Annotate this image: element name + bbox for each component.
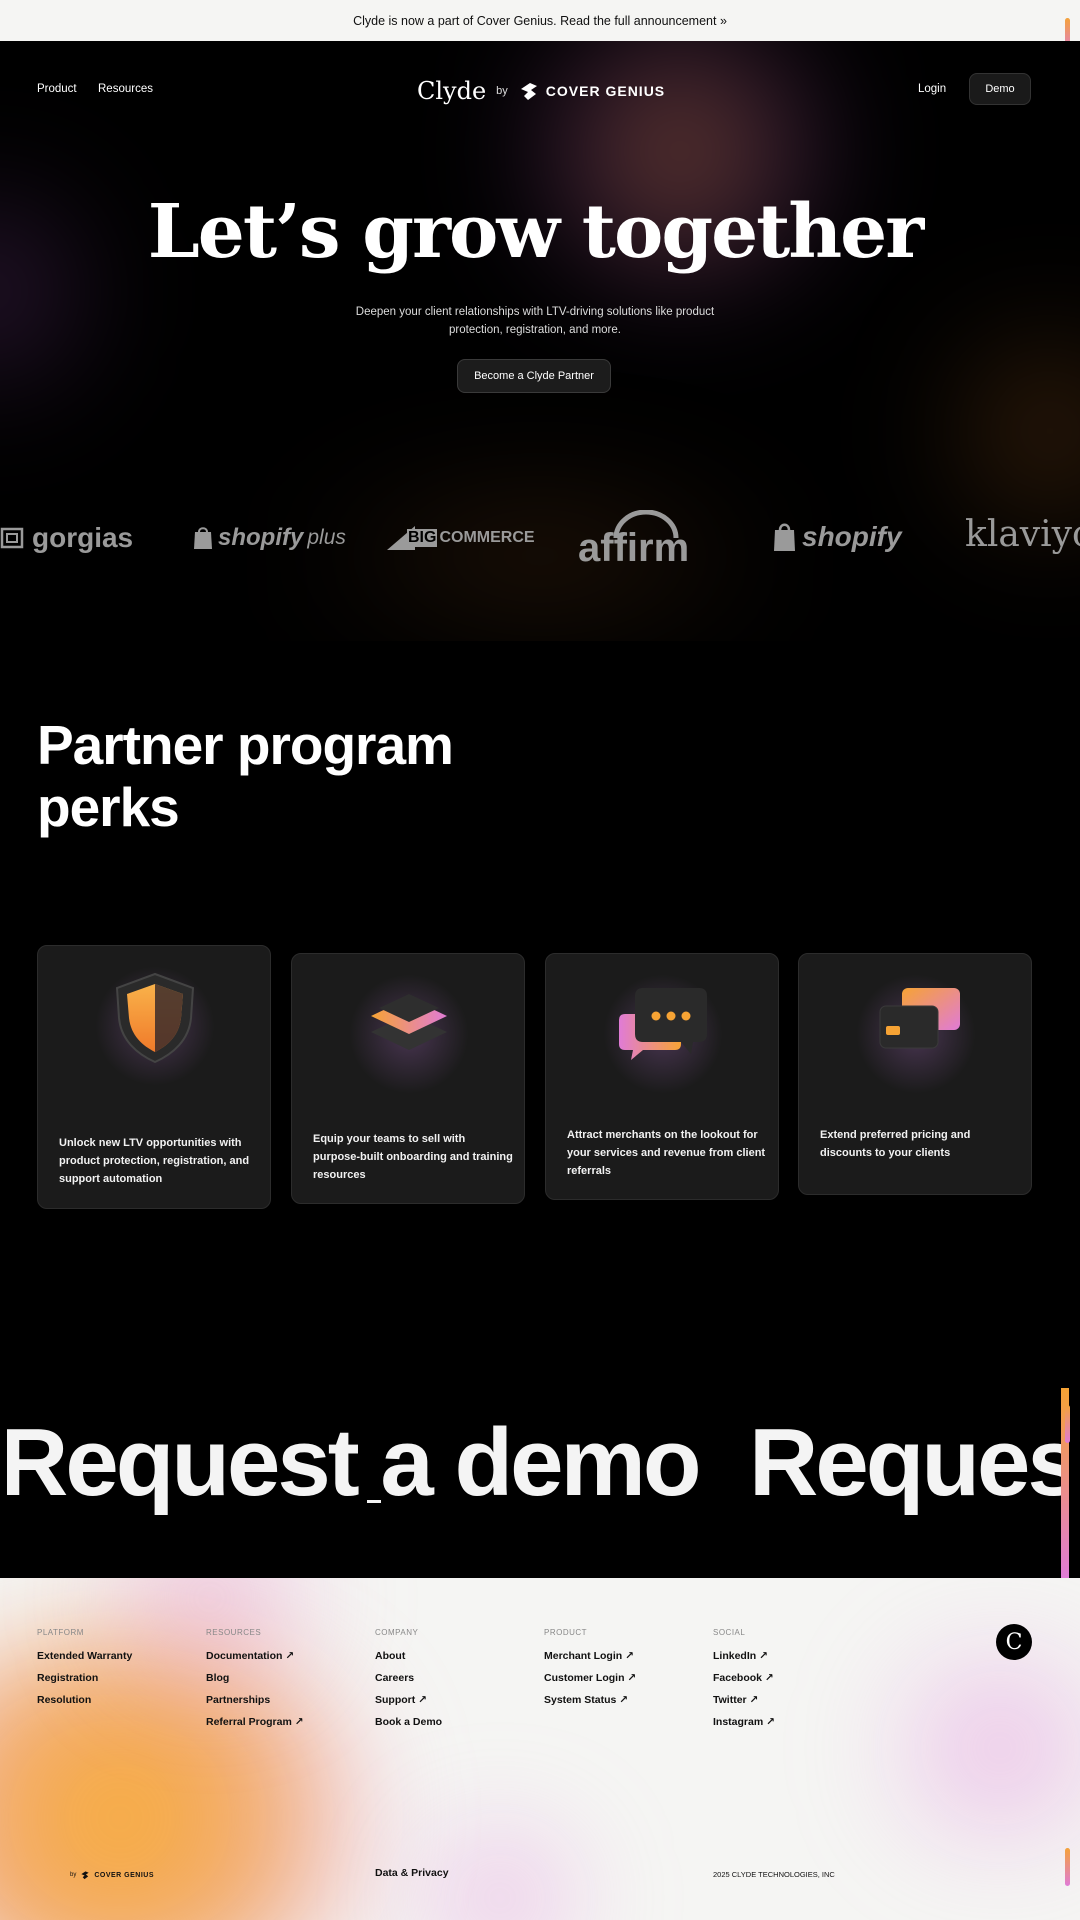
- bigcommerce-text: COMMERCE: [439, 529, 535, 546]
- footer-heading: PLATFORM: [37, 1628, 84, 1637]
- brand-by: by: [496, 85, 508, 97]
- clyde-c-icon[interactable]: C: [996, 1624, 1032, 1660]
- footer-heading: COMPANY: [375, 1628, 419, 1637]
- chat-bubbles-icon: [619, 988, 707, 1060]
- klaviyo-text: klaviyo: [965, 514, 1080, 555]
- footer-link-blog[interactable]: Blog: [206, 1672, 304, 1694]
- footer-link-resolution[interactable]: Resolution: [37, 1694, 132, 1716]
- request-demo-text-repeat[interactable]: Reques: [749, 1408, 1061, 1518]
- clyde-wordmark: Clyde: [417, 77, 487, 105]
- footer-link-facebook[interactable]: Facebook ↗: [713, 1672, 775, 1694]
- nav-product[interactable]: Product: [37, 83, 77, 95]
- affirm-text: affirm: [578, 526, 690, 570]
- request-demo-text[interactable]: Request a demo: [7, 1408, 702, 1518]
- shopping-bag-icon: [774, 523, 795, 551]
- cover-genius-icon: [520, 83, 537, 100]
- perks-title: Partner program perks: [37, 714, 454, 838]
- scroll-indicator: [1065, 1848, 1070, 1886]
- request-demo-band[interactable]: Request a demo Reques: [7, 1388, 1061, 1578]
- footer-col-social: SOCIAL LinkedIn ↗ Facebook ↗ Twitter ↗ I…: [713, 1628, 775, 1738]
- footer-col-company: COMPANY About Careers Support ↗ Book a D…: [375, 1628, 442, 1738]
- bigcommerce-logo: BIG COMMERCE: [385, 524, 535, 552]
- perk-card-pricing: Extend preferred pricing and discounts t…: [798, 953, 1032, 1195]
- footer-link-support[interactable]: Support ↗: [375, 1694, 442, 1716]
- hero-title: Let’s grow together: [147, 189, 924, 275]
- footer-col-product: PRODUCT Merchant Login ↗ Customer Login …: [544, 1628, 636, 1716]
- footer: PLATFORM Extended Warranty Registration …: [0, 1578, 1080, 1920]
- shield-icon: [115, 972, 195, 1064]
- text-cursor: [367, 1500, 381, 1503]
- shopify-logo: shopify: [772, 521, 902, 553]
- cover-genius-logo: COVER GENIUS: [518, 80, 665, 102]
- footer-heading: PRODUCT: [544, 1628, 588, 1637]
- footer-link-system-status[interactable]: System Status ↗: [544, 1694, 636, 1716]
- copyright-text: 2025 CLYDE TECHNOLOGIES, INC: [713, 1870, 835, 1879]
- footer-brand-by: by: [70, 1872, 77, 1878]
- gorgias-text: gorgias: [32, 522, 134, 553]
- footer-heading: RESOURCES: [206, 1628, 262, 1637]
- perk-card-training: Equip your teams to sell with purpose-bu…: [291, 953, 525, 1204]
- footer-link-partnerships[interactable]: Partnerships: [206, 1694, 304, 1716]
- cover-genius-text: COVER GENIUS: [545, 83, 666, 99]
- become-partner-button[interactable]: Become a Clyde Partner: [457, 359, 611, 393]
- gorgias-icon: [0, 527, 24, 549]
- footer-link-registration[interactable]: Registration: [37, 1672, 132, 1694]
- footer-link-customer-login[interactable]: Customer Login ↗: [544, 1672, 636, 1694]
- footer-link-twitter[interactable]: Twitter ↗: [713, 1694, 775, 1716]
- footer-brand-logo[interactable]: by COVER GENIUS: [70, 1870, 154, 1880]
- announcement-bar[interactable]: Clyde is now a part of Cover Genius. Rea…: [0, 0, 1080, 41]
- footer-link-instagram[interactable]: Instagram ↗: [713, 1716, 775, 1738]
- footer-link-referral-program[interactable]: Referral Program ↗: [206, 1716, 304, 1738]
- credit-cards-icon: [879, 988, 960, 1049]
- shopify-plus-suffix: plus: [307, 526, 346, 549]
- footer-link-careers[interactable]: Careers: [375, 1672, 442, 1694]
- shopify-plus-logo: shopify plus: [192, 524, 346, 552]
- perk-card-text: Attract merchants on the lookout for you…: [567, 1129, 766, 1177]
- footer-link-about[interactable]: About: [375, 1650, 442, 1672]
- perks-title-line2: perks: [37, 776, 180, 838]
- footer-link-book-demo[interactable]: Book a Demo: [375, 1716, 442, 1738]
- footer-link-extended-warranty[interactable]: Extended Warranty: [37, 1650, 132, 1672]
- bigcommerce-big: BIG: [407, 529, 438, 547]
- affirm-logo: affirm: [578, 510, 703, 570]
- footer-heading: SOCIAL: [713, 1628, 746, 1637]
- footer-col-resources: RESOURCES Documentation ↗ Blog Partnersh…: [206, 1628, 304, 1738]
- perk-card-referrals: Attract merchants on the lookout for you…: [545, 953, 779, 1200]
- footer-brand-text: COVER GENIUS: [94, 1871, 155, 1879]
- login-link[interactable]: Login: [918, 83, 946, 95]
- main-nav: Product Resources Clyde by COVER GENIUS …: [0, 71, 1080, 111]
- footer-link-linkedin[interactable]: LinkedIn ↗: [713, 1650, 775, 1672]
- shopify-plus-text: shopify: [218, 524, 304, 551]
- shopping-bag-icon: [194, 527, 212, 549]
- hero-subtitle: Deepen your client relationships with LT…: [355, 306, 715, 336]
- perk-card-text: Extend preferred pricing and discounts t…: [820, 1129, 971, 1159]
- footer-glow-right: [840, 1638, 1080, 1858]
- perk-card-text: Unlock new LTV opportunities with produc…: [59, 1137, 250, 1185]
- scroll-indicator: [1065, 1405, 1070, 1443]
- footer-link-merchant-login[interactable]: Merchant Login ↗: [544, 1650, 636, 1672]
- data-privacy-link[interactable]: Data & Privacy: [375, 1867, 449, 1879]
- cover-genius-icon: [81, 1871, 89, 1880]
- klaviyo-logo: klaviyo: [965, 514, 1080, 555]
- footer-link-documentation[interactable]: Documentation ↗: [206, 1650, 304, 1672]
- gorgias-logo: gorgias: [0, 522, 133, 554]
- shopify-text: shopify: [802, 521, 902, 552]
- partner-logos: gorgias shopify plus BIG COMMERCE affirm…: [0, 500, 1080, 580]
- layers-icon: [371, 994, 447, 1050]
- demo-button[interactable]: Demo: [969, 73, 1031, 105]
- perks-title-line1: Partner program: [37, 714, 454, 776]
- nav-resources[interactable]: Resources: [98, 83, 153, 95]
- perk-card-ltv: Unlock new LTV opportunities with produc…: [37, 945, 271, 1209]
- brand-logo[interactable]: Clyde by COVER GENIUS: [417, 77, 665, 105]
- footer-col-platform: PLATFORM Extended Warranty Registration …: [37, 1628, 132, 1716]
- perk-card-text: Equip your teams to sell with purpose-bu…: [313, 1133, 513, 1181]
- announcement-text[interactable]: Clyde is now a part of Cover Genius. Rea…: [353, 14, 727, 28]
